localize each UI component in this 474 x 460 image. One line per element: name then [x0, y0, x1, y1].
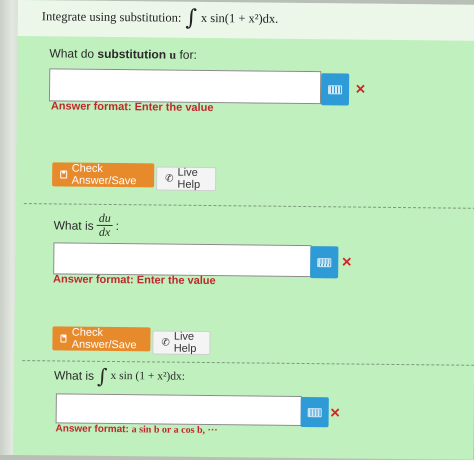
q3-format-example: a sin b or a cos b, ··· [131, 424, 218, 437]
section-divider-2 [22, 360, 474, 366]
section-divider-1 [23, 203, 474, 209]
q1-suffix: for: [176, 47, 197, 62]
q2-keyboard-button[interactable] [310, 246, 339, 279]
keyboard-icon [307, 407, 322, 417]
fraction-denominator: dx [98, 224, 111, 239]
question-page: Integrate using substitution: ∫ x sin(1 … [13, 0, 474, 460]
q3-prefix: What is [53, 368, 95, 383]
q1-keyboard-button[interactable] [320, 73, 350, 106]
save-icon [60, 170, 67, 179]
live-help-label: Live Help [177, 166, 201, 191]
check-answer-button-1[interactable]: Check Answer/Save [52, 162, 155, 188]
keyboard-icon [317, 257, 332, 267]
problem-intro: Integrate using substitution: [41, 9, 182, 25]
q3-answer-input[interactable] [55, 393, 302, 426]
q2-clear-icon[interactable]: ✕ [341, 254, 352, 270]
q1-answer-format: Answer format: Enter the value [50, 100, 214, 115]
q3-keyboard-button[interactable] [300, 396, 329, 428]
phone-icon: ✆ [165, 173, 174, 185]
q3-format-prefix: Answer format: [55, 423, 129, 436]
live-help-button-2[interactable]: ✆ Live Help [152, 330, 211, 356]
problem-statement: Integrate using substitution: ∫ x sin(1 … [41, 5, 279, 31]
check-answer-label: Check Answer/Save [71, 162, 137, 188]
question-2-prompt: What is du dx : [54, 211, 120, 239]
q2-answer-input[interactable] [53, 242, 312, 278]
question-3-prompt: What is ∫ x sin (1 + x²)dx: [53, 363, 186, 388]
phone-icon: ✆ [161, 337, 170, 349]
q1-clear-icon[interactable]: ✕ [355, 82, 366, 98]
q1-prefix: What do [49, 46, 98, 61]
live-help-label: Live Help [173, 330, 197, 355]
du-dx-fraction: du dx [96, 211, 113, 239]
q1-answer-input[interactable] [48, 68, 322, 105]
save-icon [60, 334, 67, 343]
q1-bold: substitution [97, 46, 167, 62]
q3-expression: x sin (1 + x²)dx: [110, 369, 186, 383]
check-answer-button-2[interactable]: Check Answer/Save [52, 326, 151, 352]
check-answer-label: Check Answer/Save [71, 326, 137, 352]
q2-answer-format: Answer format: Enter the value [53, 273, 216, 288]
q2-prefix: What is [53, 217, 94, 233]
q3-clear-icon[interactable]: ✕ [330, 405, 341, 421]
problem-expression: x sin(1 + x²)dx. [200, 10, 279, 26]
keyboard-icon [328, 84, 343, 94]
integral-symbol: ∫ [96, 363, 108, 388]
integral-symbol: ∫ [185, 5, 198, 31]
question-1-prompt: What do substitution u for: [49, 46, 197, 63]
live-help-button-1[interactable]: ✆ Live Help [156, 166, 217, 192]
q2-suffix: : [115, 218, 120, 233]
q3-answer-format: Answer format: a sin b or a cos b, ··· [55, 423, 217, 436]
